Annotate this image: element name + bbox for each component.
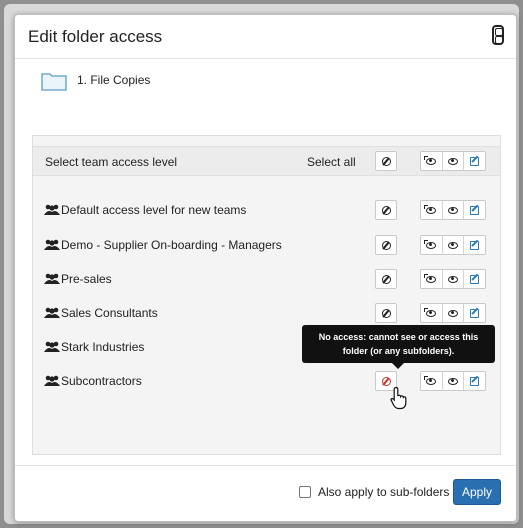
no-access-button[interactable] bbox=[375, 269, 397, 289]
eye-icon bbox=[448, 206, 458, 214]
eye-icon bbox=[448, 241, 458, 249]
team-name: Pre-sales bbox=[61, 272, 112, 286]
folder-icon bbox=[41, 73, 67, 91]
screen-background: Edit folder access 1. File Copies Select… bbox=[4, 4, 519, 524]
team-row: Default access level for new teams bbox=[33, 196, 500, 224]
apply-subfolders-checkbox[interactable] bbox=[299, 486, 311, 498]
list-access-button[interactable] bbox=[421, 304, 443, 322]
team-row: Pre-sales bbox=[33, 265, 500, 293]
list-access-button[interactable] bbox=[421, 201, 443, 219]
access-button-group bbox=[420, 200, 486, 220]
team-row: Sales Consultants bbox=[33, 299, 500, 327]
dialog-header: Edit folder access bbox=[15, 15, 516, 59]
list-access-button[interactable] bbox=[421, 372, 443, 390]
edit-icon bbox=[470, 240, 480, 250]
edit-access-button[interactable] bbox=[464, 201, 485, 219]
edit-access-button[interactable] bbox=[464, 304, 485, 322]
eye-icon bbox=[448, 309, 458, 317]
edit-folder-access-dialog: Edit folder access 1. File Copies Select… bbox=[14, 14, 517, 522]
ban-icon bbox=[381, 274, 391, 284]
team-icon bbox=[44, 341, 60, 352]
select-all-access-group bbox=[420, 151, 486, 171]
edit-icon bbox=[470, 156, 480, 166]
ban-icon bbox=[381, 156, 391, 166]
team-icon bbox=[44, 204, 60, 215]
no-access-button[interactable] bbox=[375, 200, 397, 220]
no-access-button[interactable] bbox=[375, 235, 397, 255]
team-icon bbox=[44, 307, 60, 318]
folder-name: 1. File Copies bbox=[77, 73, 151, 87]
select-all-list-button[interactable] bbox=[421, 152, 443, 170]
edit-icon bbox=[470, 274, 480, 284]
eye-icon bbox=[448, 377, 458, 385]
edit-icon bbox=[470, 205, 480, 215]
eye-slash-icon bbox=[424, 273, 437, 283]
access-button-group bbox=[420, 235, 486, 255]
edit-access-button[interactable] bbox=[464, 236, 485, 254]
hand-cursor-icon bbox=[390, 386, 407, 410]
access-button-group bbox=[420, 303, 486, 323]
team-name: Sales Consultants bbox=[61, 306, 158, 320]
list-access-button[interactable] bbox=[421, 236, 443, 254]
view-access-button[interactable] bbox=[443, 270, 465, 288]
panel-header-label: Select team access level bbox=[45, 155, 178, 169]
team-icon bbox=[44, 273, 60, 284]
team-icon bbox=[44, 239, 60, 250]
edit-access-button[interactable] bbox=[464, 372, 485, 390]
apply-button[interactable]: Apply bbox=[453, 479, 501, 505]
ban-icon bbox=[381, 376, 391, 386]
team-row: Subcontractors bbox=[33, 367, 500, 395]
list-access-button[interactable] bbox=[421, 270, 443, 288]
dialog-title: Edit folder access bbox=[28, 27, 163, 46]
edit-icon bbox=[470, 376, 480, 386]
eye-slash-icon bbox=[424, 204, 437, 214]
team-name: Subcontractors bbox=[61, 374, 142, 388]
team-name: Default access level for new teams bbox=[61, 203, 247, 217]
select-all-edit-button[interactable] bbox=[464, 152, 485, 170]
eye-slash-icon bbox=[424, 239, 437, 249]
eye-slash-icon bbox=[424, 375, 437, 385]
close-icon[interactable] bbox=[492, 25, 504, 45]
team-access-panel: Select team access level Select all Defa… bbox=[32, 135, 501, 455]
apply-subfolders-label[interactable]: Also apply to sub-folders bbox=[318, 485, 449, 499]
eye-slash-icon bbox=[424, 307, 437, 317]
tooltip-line-1: No access: cannot see or access this bbox=[318, 332, 479, 342]
edit-access-button[interactable] bbox=[464, 270, 485, 288]
edit-icon bbox=[470, 308, 480, 318]
select-all-view-button[interactable] bbox=[443, 152, 465, 170]
view-access-button[interactable] bbox=[443, 372, 465, 390]
team-name: Stark Industries bbox=[61, 340, 145, 354]
eye-icon bbox=[448, 275, 458, 283]
eye-slash-icon bbox=[424, 155, 437, 165]
ban-icon bbox=[381, 308, 391, 318]
select-all-no-access-button[interactable] bbox=[375, 151, 397, 171]
dialog-footer: Also apply to sub-folders Apply bbox=[15, 465, 516, 521]
view-access-button[interactable] bbox=[443, 236, 465, 254]
team-row: Demo - Supplier On-boarding - Managers bbox=[33, 231, 500, 259]
panel-header-row: Select team access level Select all bbox=[33, 146, 500, 176]
team-name: Demo - Supplier On-boarding - Managers bbox=[61, 238, 282, 252]
view-access-button[interactable] bbox=[443, 304, 465, 322]
ban-icon bbox=[381, 240, 391, 250]
eye-icon bbox=[448, 157, 458, 165]
access-button-group bbox=[420, 269, 486, 289]
no-access-button[interactable] bbox=[375, 303, 397, 323]
view-access-button[interactable] bbox=[443, 201, 465, 219]
access-button-group bbox=[420, 371, 486, 391]
select-all-link[interactable]: Select all bbox=[307, 155, 356, 169]
ban-icon bbox=[381, 205, 391, 215]
team-icon bbox=[44, 375, 60, 386]
tooltip-line-2: folder (or any subfolders). bbox=[342, 346, 455, 356]
no-access-tooltip: No access: cannot see or access this fol… bbox=[302, 325, 495, 369]
